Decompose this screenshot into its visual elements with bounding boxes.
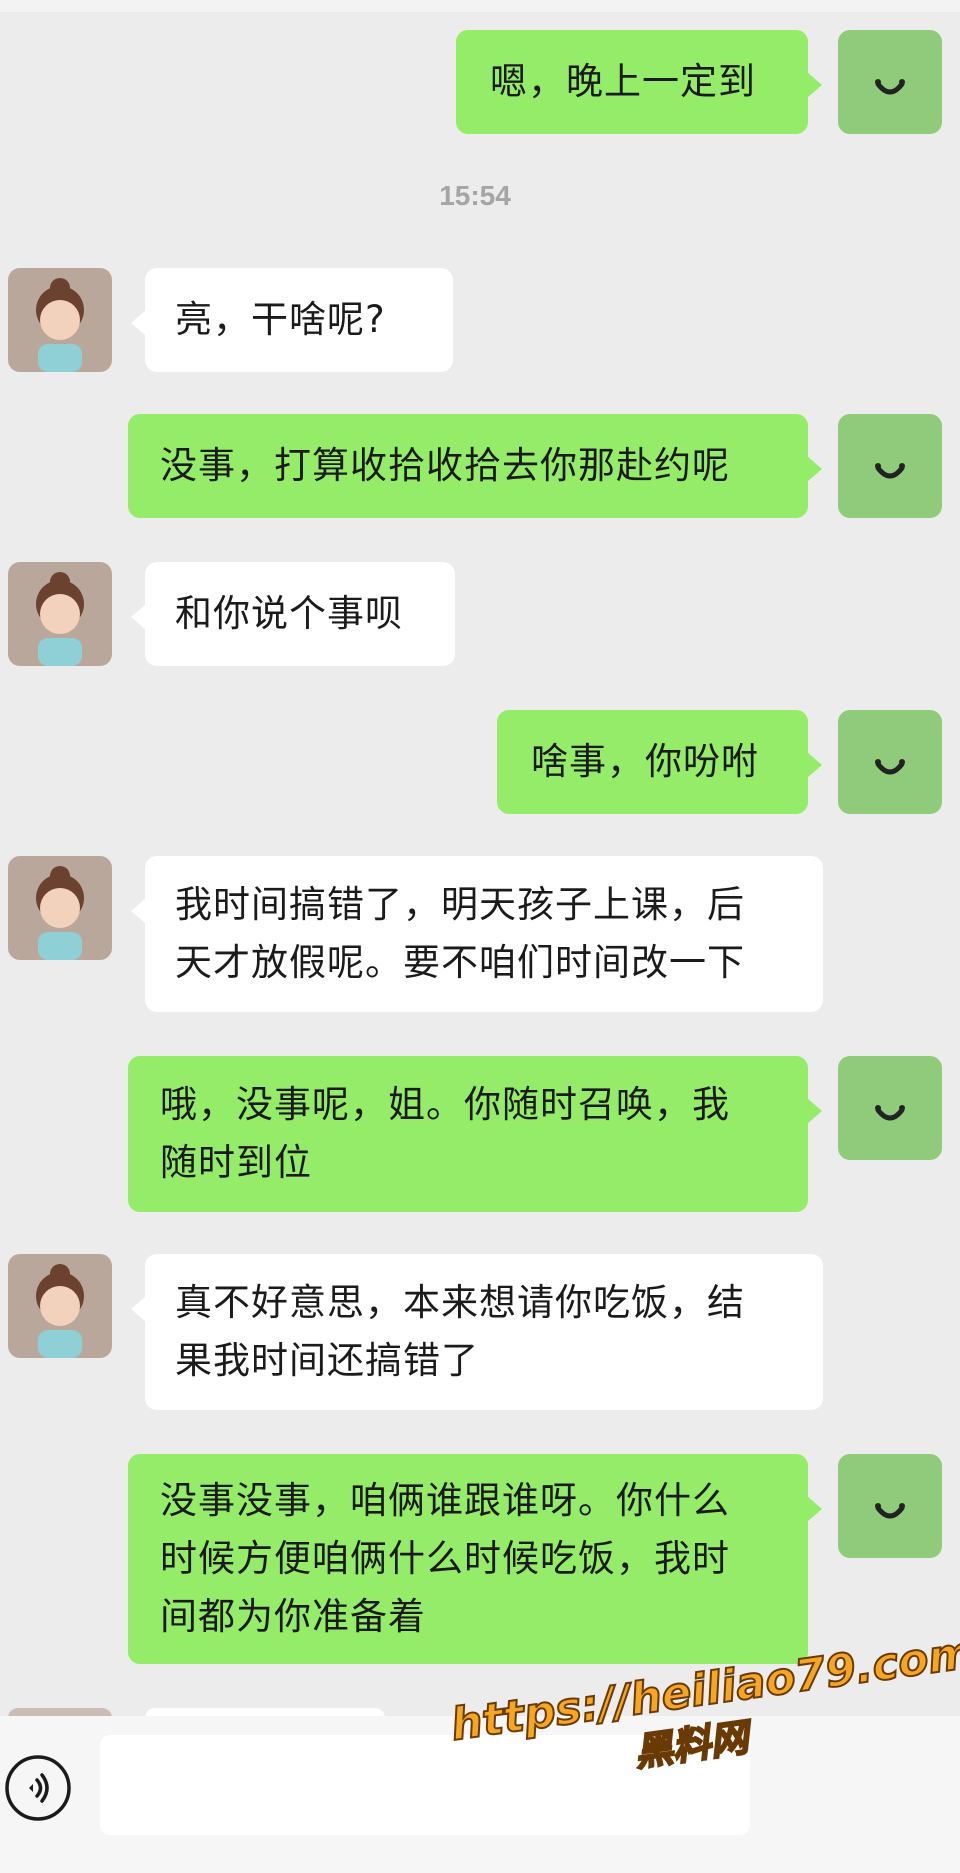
message-bubble-received[interactable]: 我时间搞错了，明天孩子上课，后 天才放假呢。要不咱们时间改一下 (131, 856, 823, 1012)
message-bubble-received[interactable]: 和你说个事呗 (131, 562, 455, 666)
message-bubble-sent[interactable]: 嗯，晚上一定到 (456, 30, 822, 134)
smile-face-icon (875, 1503, 905, 1519)
message-bubble-sent[interactable]: 没事，打算收拾收拾去你那赴约呢 (128, 414, 822, 518)
contact-avatar[interactable] (8, 1254, 112, 1358)
voice-button[interactable] (3, 1753, 73, 1823)
my-avatar[interactable] (838, 1454, 942, 1558)
my-avatar[interactable] (838, 1056, 942, 1160)
message-bubble-sent[interactable]: 哦，没事呢，姐。你随时召唤，我 随时到位 (128, 1056, 822, 1212)
my-avatar[interactable] (838, 414, 942, 518)
smile-face-icon (875, 79, 905, 95)
chat-timestamp: 15:54 (439, 180, 511, 211)
voice-icon (5, 1755, 71, 1821)
message-bubble-received[interactable]: 亮，干啥呢? (131, 268, 453, 372)
top-strip (0, 0, 960, 12)
contact-avatar[interactable] (8, 268, 112, 372)
message-bubble-received[interactable]: 真不好意思，本来想请你吃饭，结 果我时间还搞错了 (131, 1254, 823, 1410)
message-bubble-sent[interactable]: 啥事，你吩咐 (497, 710, 822, 814)
cartoon-girl-icon (36, 866, 84, 960)
smile-face-icon (875, 463, 905, 479)
contact-avatar[interactable] (8, 562, 112, 666)
cartoon-girl-icon (36, 572, 84, 666)
cartoon-girl-icon (36, 278, 84, 372)
my-avatar[interactable] (838, 710, 942, 814)
contact-avatar[interactable] (8, 856, 112, 960)
message-bubble-sent[interactable]: 没事没事，咱俩谁跟谁呀。你什么 时候方便咱俩什么时候吃饭，我时 间都为你准备着 (128, 1454, 822, 1664)
smile-face-icon (875, 1105, 905, 1121)
smile-face-icon (875, 759, 905, 775)
my-avatar[interactable] (838, 30, 942, 134)
cartoon-girl-icon (36, 1264, 84, 1358)
